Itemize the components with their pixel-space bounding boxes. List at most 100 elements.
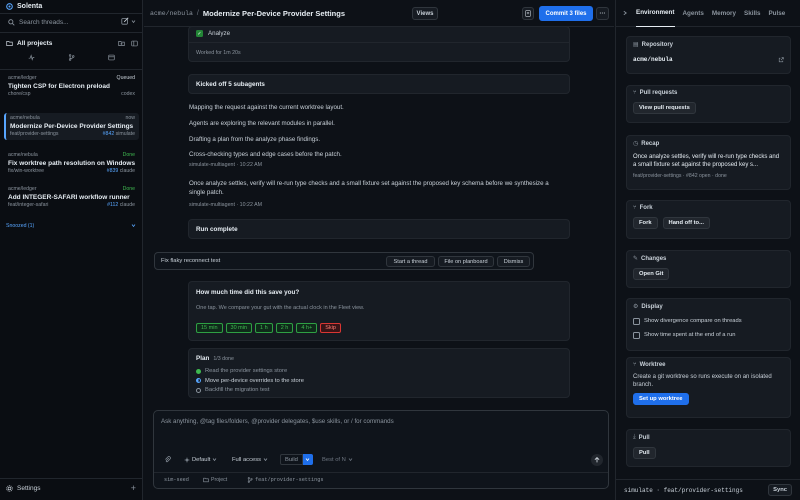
skip-button[interactable]: Skip xyxy=(320,323,341,333)
step-text: Cross-checking types and edge cases befo… xyxy=(189,151,342,158)
action-dropdown-button[interactable] xyxy=(302,454,313,465)
todo-dot-icon xyxy=(196,387,201,393)
changes-label: Changes xyxy=(641,255,667,262)
views-button[interactable]: Views xyxy=(412,7,438,20)
mode-select[interactable]: Default xyxy=(184,454,217,465)
branch-icon[interactable] xyxy=(68,54,75,61)
tab-pulse[interactable]: Pulse xyxy=(768,0,785,27)
send-button[interactable] xyxy=(591,454,603,466)
document-icon xyxy=(525,10,531,17)
worktree-icon: ⑂ xyxy=(633,362,637,368)
breadcrumb-repo[interactable]: acme/nebula xyxy=(150,10,193,17)
project-filter[interactable]: All projects xyxy=(6,37,138,49)
plan-progress: 1/3 done xyxy=(213,356,234,362)
breadcrumb-separator: / xyxy=(196,9,199,17)
document-button[interactable] xyxy=(522,7,534,20)
thread-status: Done xyxy=(122,152,135,158)
run-complete-card[interactable]: Run complete xyxy=(188,219,570,239)
plan-item-todo: Backfill the migration test xyxy=(196,386,304,394)
file-on-planboard-button[interactable]: File on planboard xyxy=(438,256,494,267)
plan-item-done: Read the provider settings store xyxy=(196,367,304,375)
plan-item-text: Backfill the migration test xyxy=(205,387,270,393)
dismiss-button[interactable]: Dismiss xyxy=(497,256,530,267)
set-up-worktree-button[interactable]: Set up worktree xyxy=(633,393,689,405)
thread-item[interactable]: acme/ledger Queued Tighten CSP for Electr… xyxy=(4,73,139,100)
app-name: Solenta xyxy=(17,3,43,10)
hand-off-button[interactable]: Hand off to... xyxy=(662,217,710,229)
attach-button[interactable] xyxy=(164,454,171,465)
tab-agents[interactable]: Agents xyxy=(683,0,704,27)
conversation: ✓ Analyze Worked for 1m 20s Kicked off 5… xyxy=(144,26,614,500)
worktree-card: ⑂ Worktree Create a git worktree so runs … xyxy=(626,357,791,418)
collapse-sidebar-icon[interactable] xyxy=(131,40,138,47)
activity-icon[interactable] xyxy=(28,54,35,61)
recap-card: ◷ Recap Once analyze settles, verify will… xyxy=(626,135,791,190)
new-thread-button[interactable] xyxy=(121,17,136,25)
session-name[interactable]: sim-seed xyxy=(164,477,189,483)
branch-selector[interactable]: feat/provider-settings xyxy=(247,477,324,483)
search-icon xyxy=(8,19,15,26)
search-input[interactable] xyxy=(19,19,109,26)
worked-duration: Worked for 1m 20s xyxy=(196,50,241,56)
tab-skills[interactable]: Skills xyxy=(744,0,760,27)
thread-item[interactable]: acme/nebula Done Fix worktree path resolu… xyxy=(4,150,139,177)
thread-repo: acme/nebula xyxy=(10,115,40,121)
more-options-button[interactable]: ··· xyxy=(596,7,609,20)
chevron-down-icon xyxy=(213,458,217,462)
chevron-down-icon xyxy=(131,224,136,228)
settings-button[interactable]: Settings + xyxy=(6,483,136,493)
pull-requests-card: ⑂ Pull requests View pull requests xyxy=(626,85,791,123)
add-folder-icon[interactable] xyxy=(118,40,125,47)
access-select[interactable]: Full access xyxy=(232,454,268,465)
worktree-text: Create a git worktree so runs execute on… xyxy=(633,374,772,388)
checkbox-label: Show time spent at the end of a run xyxy=(644,332,736,338)
view-pull-requests-button[interactable]: View pull requests xyxy=(633,102,696,114)
plus-icon[interactable]: + xyxy=(131,483,136,493)
pull-button[interactable]: Pull xyxy=(633,447,656,459)
display-card: ⚙ Display Show divergence compare on thre… xyxy=(626,298,791,351)
gear-icon xyxy=(6,484,13,492)
open-git-button[interactable]: Open Git xyxy=(633,268,670,280)
external-link-icon[interactable] xyxy=(778,57,784,63)
thread-status: Queued xyxy=(116,75,135,81)
commit-button[interactable]: Commit 3 files xyxy=(539,6,593,21)
done-dot-icon xyxy=(196,368,201,374)
best-of-n-select[interactable]: Best of N xyxy=(322,454,353,465)
suggestion-bar: Fix flaky reconnect test Start a thread … xyxy=(154,252,534,270)
thread-agent: simulate xyxy=(115,131,135,137)
divergence-compare-checkbox[interactable]: Show divergence compare on threads xyxy=(633,316,784,326)
option-30-min[interactable]: 30 min xyxy=(225,323,253,333)
sidebar: Solenta All projects acme/ledger Queued T… xyxy=(0,0,143,500)
tab-memory[interactable]: Memory xyxy=(712,0,736,27)
sparkle-icon xyxy=(184,456,190,463)
action-split-button[interactable]: Build xyxy=(280,454,313,465)
board-icon[interactable] xyxy=(107,54,115,61)
thread-repo: acme/ledger xyxy=(8,186,37,192)
project-selector[interactable]: Project xyxy=(203,477,227,483)
option-15-min[interactable]: 15 min xyxy=(196,323,223,333)
snoozed-label: Snoozed (1) xyxy=(6,223,35,229)
fork-button[interactable]: Fork xyxy=(633,217,658,229)
chevron-right-icon[interactable] xyxy=(622,10,628,16)
snoozed-toggle[interactable]: Snoozed (1) xyxy=(6,223,136,229)
time-spent-checkbox[interactable]: Show time spent at the end of a run xyxy=(633,330,784,340)
pull-request-icon: ⑂ xyxy=(633,90,637,96)
time-saved-survey: How much time did this save you? One tap… xyxy=(188,281,570,341)
best-of-n-label: Best of N xyxy=(322,456,346,463)
option-2-h[interactable]: 2 h xyxy=(275,323,294,333)
sync-button[interactable]: Sync xyxy=(768,484,792,496)
thread-branch: feat/provider-settings xyxy=(10,131,59,137)
subagents-card[interactable]: Kicked off 5 subagents xyxy=(188,74,570,94)
thread-pr: #839 xyxy=(106,168,119,174)
tab-environment[interactable]: Environment xyxy=(636,0,675,27)
build-button[interactable]: Build xyxy=(280,454,303,465)
page-title: Modernize Per-Device Provider Settings xyxy=(202,8,346,18)
prompt-input[interactable] xyxy=(161,418,601,432)
option-1-h[interactable]: 1 h xyxy=(255,323,273,333)
thread-item-active[interactable]: acme/nebula now Modernize Per-Device Prov… xyxy=(4,113,139,140)
thread-status: Done xyxy=(122,186,135,192)
option-4-h-plus[interactable]: 4 h+ xyxy=(296,323,318,333)
start-thread-button[interactable]: Start a thread xyxy=(386,256,435,267)
pull-requests-label: Pull requests xyxy=(639,90,678,96)
thread-item[interactable]: acme/ledger Done Add INTEGER-SAFARI workf… xyxy=(4,184,139,211)
